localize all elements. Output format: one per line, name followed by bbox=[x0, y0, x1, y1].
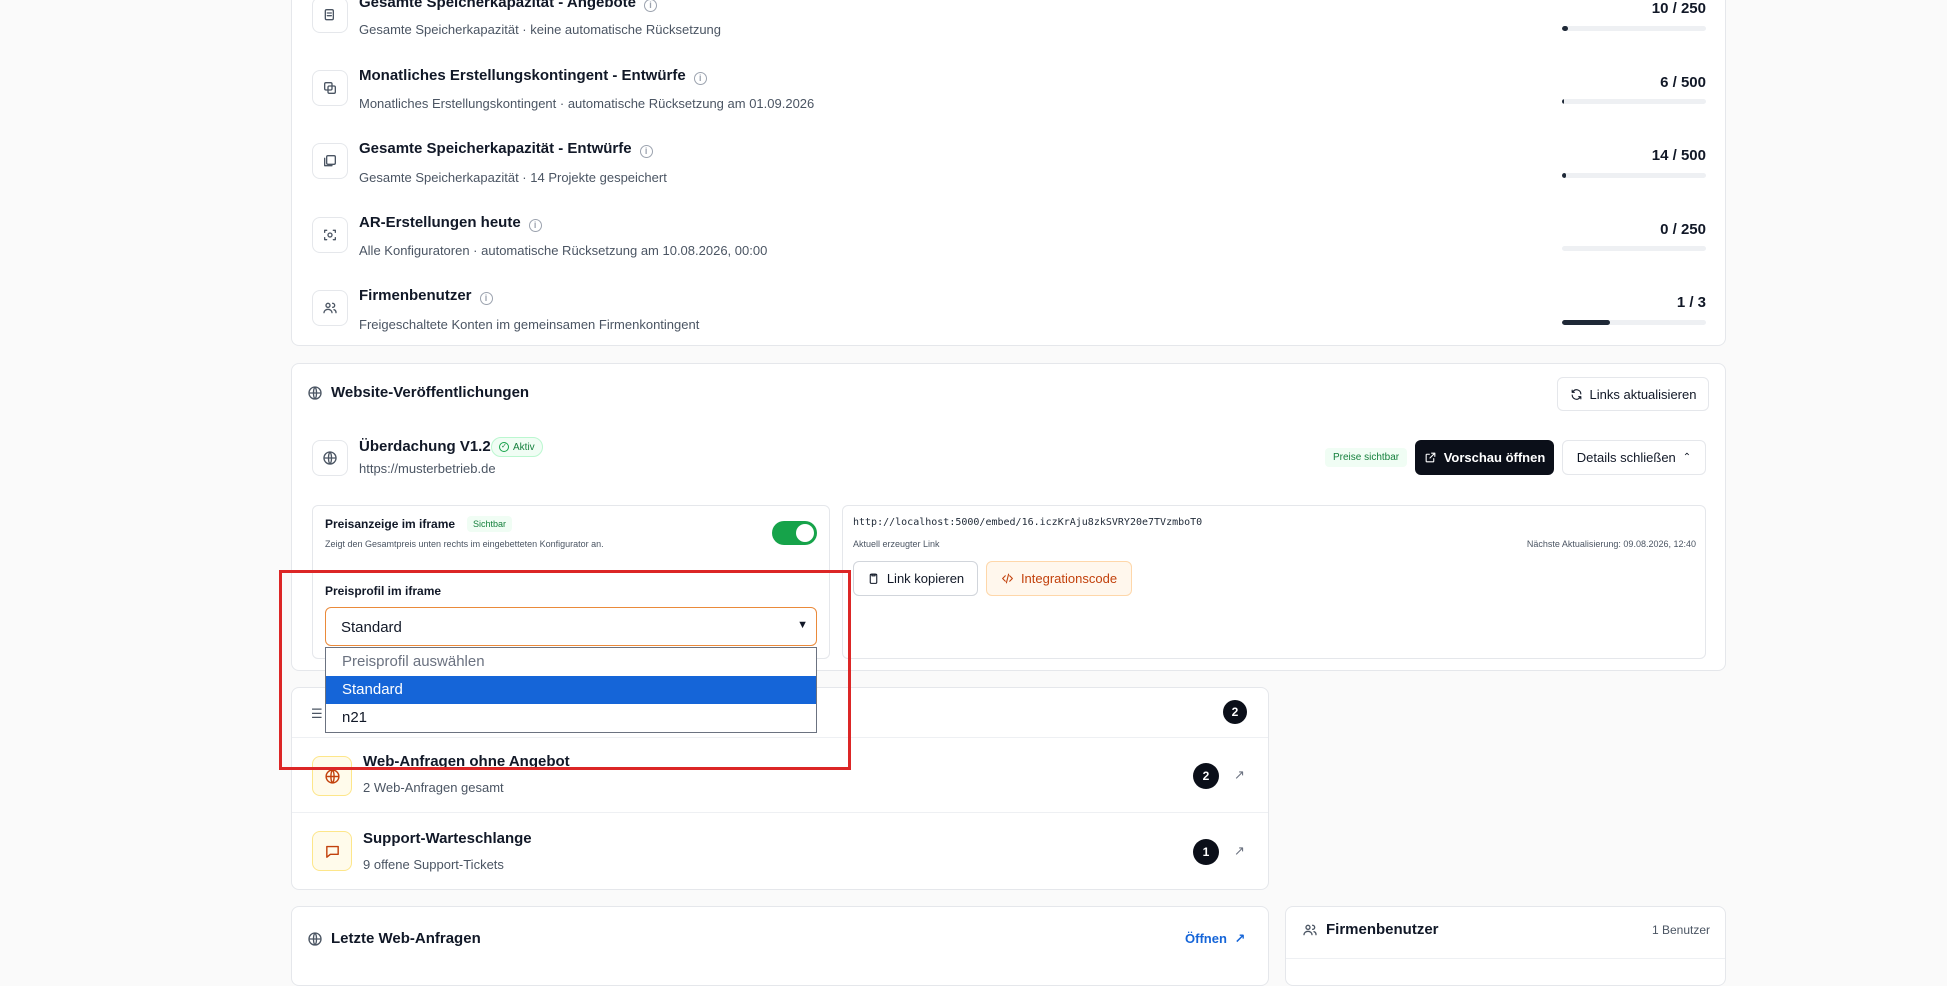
integration-code-button[interactable]: Integrationscode bbox=[986, 561, 1132, 596]
status-badge: ✓ Aktiv bbox=[491, 437, 543, 457]
quota-count: 10 / 250 bbox=[1651, 0, 1706, 17]
scan-icon bbox=[312, 217, 348, 253]
refresh-links-label: Links aktualisieren bbox=[1589, 386, 1697, 402]
quota-title: Firmenbenutzer bbox=[359, 287, 472, 304]
quota-title: AR-Erstellungen heute bbox=[359, 214, 521, 231]
arrow-up-right-icon[interactable]: ↗ bbox=[1234, 843, 1245, 859]
open-preview-label: Vorschau öffnen bbox=[1443, 450, 1546, 465]
section-title: Website-Veröffentlichungen bbox=[331, 384, 530, 401]
tasks-count-badge: 2 bbox=[1223, 700, 1247, 724]
check-circle-icon: ✓ bbox=[499, 442, 509, 452]
quota-count: 1 / 3 bbox=[1676, 294, 1706, 311]
users-icon bbox=[1303, 924, 1317, 936]
arrow-up-right-icon[interactable]: ↗ bbox=[1234, 767, 1245, 783]
globe-icon bbox=[308, 932, 322, 946]
price-display-toggle[interactable] bbox=[772, 521, 817, 545]
quota-count: 0 / 250 bbox=[1660, 221, 1706, 238]
progress-fill bbox=[1562, 173, 1567, 178]
config-url[interactable]: https://musterbetrieb.de bbox=[359, 461, 496, 476]
code-icon bbox=[1002, 573, 1013, 584]
divider bbox=[292, 812, 1268, 813]
divider bbox=[1286, 958, 1725, 959]
company-users-card bbox=[1285, 906, 1726, 986]
quota-subtitle: Alle Konfiguratoren · automatische Rücks… bbox=[359, 243, 768, 258]
progress-fill bbox=[1562, 26, 1568, 31]
link-caption: Aktuell erzeugter Link bbox=[853, 539, 940, 549]
quota-progress bbox=[1562, 26, 1706, 31]
open-recent-link[interactable]: Öffnen ↗ bbox=[1185, 931, 1245, 947]
config-name: Überdachung V1.2 bbox=[359, 438, 491, 455]
highlight-box bbox=[279, 570, 851, 770]
integration-code-label: Integrationscode bbox=[1020, 571, 1118, 586]
copy-link-button[interactable]: Link kopieren bbox=[853, 561, 978, 596]
company-users-title: Firmenbenutzer bbox=[1326, 921, 1439, 938]
clipboard-icon bbox=[869, 573, 878, 584]
quota-count: 6 / 500 bbox=[1660, 74, 1706, 91]
status-label: Aktiv bbox=[513, 441, 535, 453]
close-details-button[interactable]: Details schließen ⌃ bbox=[1562, 440, 1706, 475]
quota-count: 14 / 500 bbox=[1651, 147, 1706, 164]
quota-progress bbox=[1562, 320, 1706, 325]
price-display-description: Zeigt den Gesamtpreis unten rechts im ei… bbox=[325, 539, 604, 549]
globe-icon bbox=[312, 440, 348, 476]
embed-url[interactable]: http://localhost:5000/embed/16.iczKrAju8… bbox=[853, 517, 1202, 528]
quota-subtitle: Freigeschaltete Konten im gemeinsamen Fi… bbox=[359, 317, 700, 332]
quota-title: Gesamte Speicherkapazität - Angebote bbox=[359, 0, 637, 11]
company-users-count: 1 Benutzer bbox=[1651, 923, 1710, 937]
copy-link-label: Link kopieren bbox=[886, 571, 965, 586]
close-details-label: Details schließen bbox=[1576, 450, 1676, 465]
quota-subtitle: Gesamte Speicherkapazität · 14 Projekte … bbox=[359, 170, 667, 185]
progress-fill bbox=[1562, 99, 1564, 104]
price-visible-badge: Preise sichtbar bbox=[1325, 448, 1408, 467]
info-icon[interactable]: i bbox=[528, 219, 542, 232]
info-icon[interactable]: i bbox=[479, 292, 493, 305]
info-icon[interactable]: i bbox=[693, 72, 707, 85]
arrow-up-right-icon: ↗ bbox=[1234, 931, 1246, 946]
globe-icon bbox=[308, 386, 322, 400]
task-subtitle: 9 offene Support-Tickets bbox=[363, 857, 504, 872]
open-preview-button[interactable]: Vorschau öffnen bbox=[1415, 440, 1554, 475]
refresh-links-button[interactable]: Links aktualisieren bbox=[1557, 377, 1709, 411]
quota-subtitle: Gesamte Speicherkapazität · keine automa… bbox=[359, 22, 722, 37]
quota-progress bbox=[1562, 99, 1706, 104]
quota-title: Gesamte Speicherkapazität - Entwürfe bbox=[359, 140, 632, 157]
message-icon bbox=[312, 831, 352, 871]
chevron-up-icon: ⌃ bbox=[1682, 452, 1692, 463]
price-display-badge: Sichtbar bbox=[467, 516, 513, 532]
next-update: Nächste Aktualisierung: 09.08.2026, 12:4… bbox=[1526, 539, 1696, 549]
quota-subtitle: Monatliches Erstellungskontingent · auto… bbox=[359, 96, 815, 111]
external-link-icon bbox=[1425, 452, 1436, 463]
task-subtitle: 2 Web-Anfragen gesamt bbox=[363, 780, 504, 795]
info-icon[interactable]: i bbox=[639, 145, 653, 158]
info-icon[interactable]: i bbox=[644, 0, 658, 12]
copy-stack-icon bbox=[312, 70, 348, 106]
task-count-badge: 2 bbox=[1193, 763, 1219, 789]
quota-title: Monatliches Erstellungskontingent - Entw… bbox=[359, 67, 686, 84]
toggle-knob bbox=[796, 524, 814, 542]
task-count-badge: 1 bbox=[1193, 839, 1219, 865]
users-icon bbox=[312, 290, 348, 326]
task-title: Support-Warteschlange bbox=[363, 830, 532, 847]
open-recent-label: Öffnen bbox=[1185, 931, 1227, 946]
gallery-icon bbox=[312, 143, 348, 179]
recent-requests-title: Letzte Web-Anfragen bbox=[331, 930, 481, 947]
quota-progress bbox=[1562, 246, 1706, 251]
refresh-icon bbox=[1571, 388, 1581, 400]
storage-icon bbox=[312, 0, 348, 33]
price-display-title: Preisanzeige im iframe bbox=[325, 517, 456, 531]
progress-fill bbox=[1562, 320, 1610, 325]
quota-progress bbox=[1562, 173, 1706, 178]
